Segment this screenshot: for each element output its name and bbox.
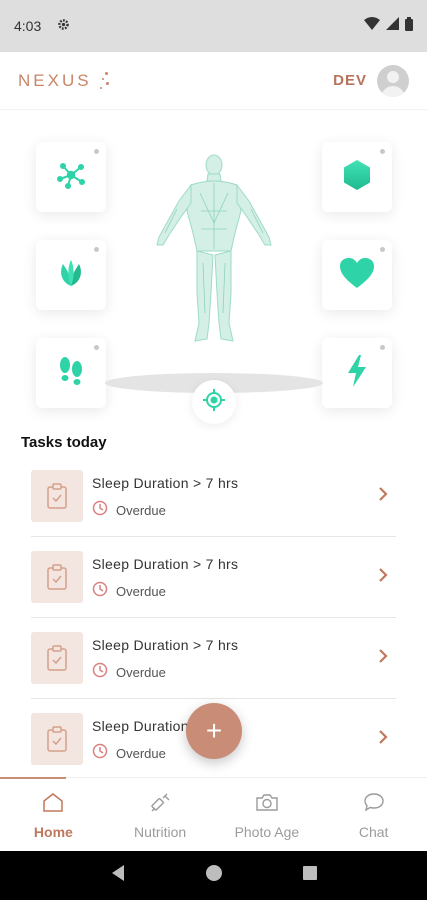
molecule-icon [56,160,86,195]
tile-hexagon[interactable] [322,142,392,212]
tile-heart[interactable] [322,240,392,310]
task-status-text: Overdue [116,665,166,680]
gear-icon [57,18,70,34]
nav-label: Home [33,824,73,840]
battery-icon [405,16,413,36]
tile-nutrition[interactable] [36,240,106,310]
add-task-button[interactable]: + [186,703,242,759]
wifi-icon [364,17,380,35]
body-scan-button[interactable] [192,380,236,424]
task-title: Sleep Duration > 7 hrs [92,475,239,491]
status-bar: 4:03 [0,0,427,52]
status-time: 4:03 [14,18,42,34]
nav-item-photo-age[interactable]: Photo Age [214,778,321,851]
task-status-text: Overdue [116,746,166,761]
clock-icon [92,743,108,764]
clipboard-icon [31,470,83,522]
home-icon [42,792,64,817]
nav-label: Nutrition [134,824,187,840]
tile-energy[interactable] [322,338,392,408]
task-status: Overdue [92,743,166,764]
task-item[interactable]: Sleep Duration > 7 hrs Overdue [31,537,396,618]
clipboard-icon [31,551,83,603]
user-name: DEV [333,72,367,89]
logo: NEXUS [18,70,92,90]
task-item[interactable]: Sleep Duration > 7 hrs Overdue [31,618,396,699]
nav-item-home[interactable]: Home [0,777,107,851]
task-status: Overdue [92,581,166,602]
clipboard-icon [31,713,83,765]
footprints-icon [57,355,85,392]
tile-molecule[interactable] [36,142,106,212]
nav-label: Photo Age [234,824,300,840]
clock-icon [92,500,108,521]
clock-icon [92,581,108,602]
body-visualization [0,125,427,425]
task-title: Sleep Duration > 7 hrs [92,637,239,653]
clipboard-icon [31,632,83,684]
back-icon[interactable] [110,864,126,887]
nav-label: Chat [358,824,389,840]
logo-dots-icon [98,70,110,92]
clock-icon [92,662,108,683]
signal-icon [386,17,399,35]
hexagon-icon [342,159,372,196]
chevron-right-icon [378,567,388,588]
bottom-nav: Home Nutrition Photo Age Chat [0,777,427,851]
chevron-right-icon [378,729,388,750]
nav-item-chat[interactable]: Chat [320,778,427,851]
nav-item-nutrition[interactable]: Nutrition [107,778,214,851]
task-title: Sleep Duration > 7 hrs [92,556,239,572]
chevron-right-icon [378,648,388,669]
home-circle-icon[interactable] [205,864,223,887]
leaves-icon [55,258,87,293]
target-icon [202,388,226,417]
lightning-icon [346,354,368,392]
task-status-text: Overdue [116,584,166,599]
task-status: Overdue [92,500,166,521]
human-body-figure [155,153,273,350]
recents-icon[interactable] [302,865,318,886]
task-status-text: Overdue [116,503,166,518]
tasks-title: Tasks today [21,434,107,451]
system-navigation-bar [0,851,427,900]
app-bar: NEXUS DEV [0,52,427,110]
avatar[interactable] [377,64,409,97]
chevron-right-icon [378,486,388,507]
task-item[interactable]: Sleep Duration > 7 hrs Overdue [31,456,396,537]
camera-icon [255,792,279,817]
tile-activity[interactable] [36,338,106,408]
chat-icon [363,792,385,817]
syringe-icon [149,792,171,817]
heart-icon [339,257,375,294]
task-status: Overdue [92,662,166,683]
user-menu[interactable]: DEV [333,64,409,97]
